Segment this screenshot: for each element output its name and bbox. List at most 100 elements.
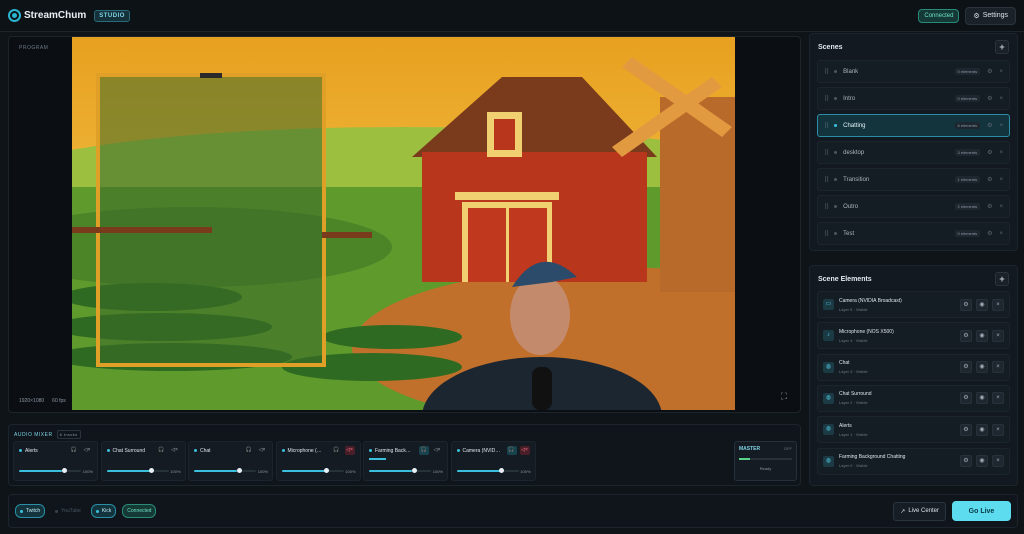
close-icon[interactable]: × — [999, 69, 1003, 75]
scene-element-item[interactable]: ◍ Alerts Layer 1 · Visible ⚙ ◉ × — [817, 416, 1010, 444]
headphones-icon[interactable]: 🎧 — [244, 446, 254, 455]
gear-icon[interactable]: ⚙ — [960, 361, 972, 374]
scene-item[interactable]: ⠿ Blank 0 elements ⚙ × — [817, 60, 1010, 83]
drag-handle-icon[interactable]: ⠿ — [824, 95, 829, 103]
speaker-icon[interactable]: ◁× — [432, 446, 442, 455]
volume-slider[interactable] — [456, 468, 519, 473]
gear-icon[interactable]: ⚙ — [987, 95, 992, 102]
drag-handle-icon[interactable]: ⠿ — [824, 203, 829, 211]
close-icon[interactable]: × — [999, 150, 1003, 156]
gear-icon[interactable]: ⚙ — [960, 455, 972, 467]
gear-icon[interactable]: ⚙ — [960, 298, 972, 311]
eye-icon[interactable]: ◉ — [976, 455, 988, 467]
channel-dot — [369, 449, 372, 452]
volume-knob[interactable] — [61, 468, 67, 473]
camera-icon: ▭ — [823, 299, 834, 310]
speaker-icon[interactable]: ◁× — [344, 446, 355, 455]
eye-icon[interactable]: ◉ — [976, 392, 988, 405]
platform-status-dot — [20, 509, 23, 513]
gear-icon[interactable]: ⚙ — [960, 423, 972, 436]
master-channel[interactable]: MASTER OFF Ready — [734, 441, 797, 481]
volume-slider[interactable] — [19, 468, 81, 473]
farm-scene-image — [72, 37, 735, 410]
gear-icon[interactable]: ⚙ — [987, 149, 992, 156]
settings-button[interactable]: ⚙ Settings — [965, 6, 1016, 25]
eye-icon[interactable]: ◉ — [976, 298, 988, 311]
scene-element-item[interactable]: ◍ Chat Layer 3 · Visible ⚙ ◉ × — [817, 353, 1010, 381]
gear-icon[interactable]: ⚙ — [987, 230, 992, 237]
app-logo[interactable]: StreamChum — [8, 9, 86, 22]
close-icon[interactable]: × — [999, 204, 1003, 210]
drag-handle-icon[interactable]: ⠿ — [824, 122, 829, 130]
add-element-button[interactable]: + — [995, 272, 1009, 286]
fullscreen-icon[interactable]: ⛶ — [778, 390, 790, 402]
gear-icon[interactable]: ⚙ — [987, 68, 992, 75]
gear-icon[interactable]: ⚙ — [987, 122, 992, 129]
go-live-button[interactable]: Go Live — [952, 501, 1011, 521]
scene-element-count: 0 elements — [954, 95, 981, 102]
resolution-label: 1920×1080 — [19, 398, 45, 404]
headphones-icon[interactable]: 🎧 — [506, 446, 517, 455]
volume-slider[interactable] — [194, 468, 256, 473]
volume-knob[interactable] — [324, 468, 330, 473]
scene-element-item[interactable]: ◍ Chat Surround Layer 2 · Visible ⚙ ◉ × — [817, 384, 1010, 412]
close-icon[interactable]: × — [992, 392, 1004, 405]
microphone-icon: ♪ — [823, 330, 834, 342]
scene-item[interactable]: ⠿ Chatting 6 elements ⚙ × — [817, 114, 1010, 137]
scene-status-dot — [834, 205, 838, 208]
scene-item[interactable]: ⠿ Transition 1 elements ⚙ × — [817, 168, 1010, 191]
gear-icon[interactable]: ⚙ — [960, 392, 972, 405]
platform-toggle-kick[interactable]: Kick — [90, 504, 117, 518]
platform-status-dot — [95, 509, 99, 513]
element-name: Chat — [839, 360, 850, 367]
drag-handle-icon[interactable]: ⠿ — [824, 149, 829, 157]
scene-item[interactable]: ⠿ Test 0 elements ⚙ × — [817, 222, 1010, 245]
speaker-icon[interactable]: ◁× — [257, 446, 267, 455]
headphones-icon[interactable]: 🎧 — [419, 446, 429, 455]
volume-knob[interactable] — [149, 468, 155, 473]
close-icon[interactable]: × — [999, 231, 1003, 237]
close-icon[interactable]: × — [999, 177, 1003, 183]
live-center-button[interactable]: ↗ Live Center — [893, 501, 946, 521]
speaker-icon[interactable]: ◁× — [170, 446, 180, 455]
eye-icon[interactable]: ◉ — [976, 423, 988, 436]
gear-icon[interactable]: ⚙ — [987, 176, 992, 183]
scene-element-item[interactable]: ◍ Farming Background Chatting Layer 0 · Vi… — [817, 447, 1010, 475]
close-icon[interactable]: × — [992, 361, 1004, 374]
speaker-icon[interactable]: ◁× — [519, 446, 530, 455]
gear-icon[interactable]: ⚙ — [987, 203, 992, 210]
volume-slider[interactable] — [281, 468, 344, 473]
add-scene-button[interactable]: + — [995, 40, 1009, 54]
drag-handle-icon[interactable]: ⠿ — [824, 176, 829, 184]
volume-knob[interactable] — [236, 468, 242, 473]
close-icon[interactable]: × — [999, 96, 1003, 102]
speaker-icon[interactable]: ◁× — [82, 446, 92, 455]
scene-element-item[interactable]: ♪ Microphone (NOS X500) Layer 4 · Visible ⚙… — [817, 322, 1010, 350]
volume-slider[interactable] — [106, 468, 169, 473]
volume-slider[interactable] — [369, 468, 431, 473]
headphones-icon[interactable]: 🎧 — [69, 446, 79, 455]
scene-element-item[interactable]: ▭ Camera (NVIDIA Broadcast) Layer 5 · Visi… — [817, 291, 1010, 318]
drag-handle-icon[interactable]: ⠿ — [824, 68, 829, 76]
volume-knob[interactable] — [499, 468, 505, 473]
eye-icon[interactable]: ◉ — [976, 329, 988, 342]
scene-item[interactable]: ⠿ Intro 0 elements ⚙ × — [817, 87, 1010, 110]
close-icon[interactable]: × — [992, 329, 1004, 342]
close-icon[interactable]: × — [992, 298, 1004, 311]
platform-toggle-youtube[interactable]: YouTube — [51, 504, 85, 518]
go-live-label: Go Live — [968, 507, 995, 515]
close-icon[interactable]: × — [992, 423, 1004, 436]
drag-handle-icon[interactable]: ⠿ — [824, 230, 829, 238]
gear-icon[interactable]: ⚙ — [960, 329, 972, 342]
platform-toggle-twitch[interactable]: Twitch — [15, 504, 46, 518]
headphones-icon[interactable]: 🎧 — [157, 446, 167, 455]
audio-mixer-title: AUDIO MIXER — [14, 431, 53, 438]
element-name: Farming Background Chatting — [839, 454, 906, 460]
close-icon[interactable]: × — [999, 123, 1003, 129]
scene-item[interactable]: ⠿ Outro 2 elements ⚙ × — [817, 195, 1010, 218]
volume-knob[interactable] — [411, 468, 417, 473]
eye-icon[interactable]: ◉ — [976, 361, 988, 374]
scene-item[interactable]: ⠿ desktop 3 elements ⚙ × — [817, 141, 1010, 164]
headphones-icon[interactable]: 🎧 — [332, 446, 342, 455]
close-icon[interactable]: × — [992, 455, 1004, 467]
